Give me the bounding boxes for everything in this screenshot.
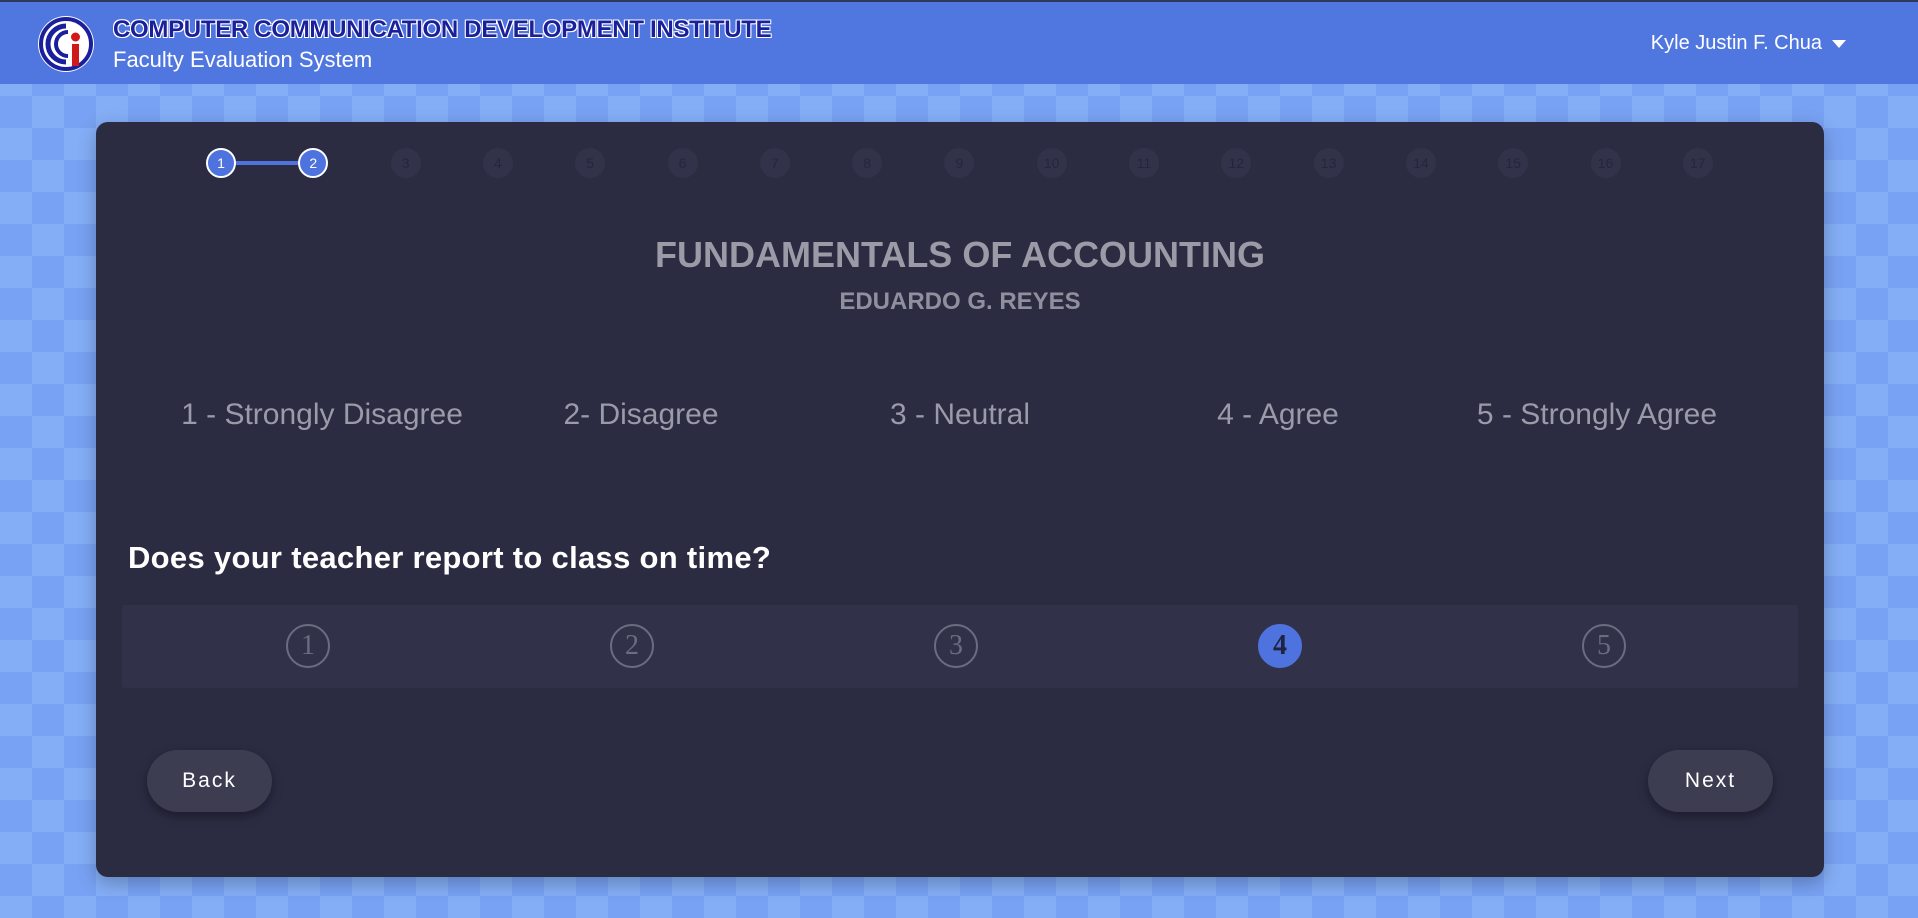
step-9: 9 [944, 148, 975, 178]
step-13: 13 [1313, 148, 1344, 178]
caret-down-icon [1832, 39, 1846, 48]
rating-option-3[interactable]: 3 [934, 624, 978, 668]
step-17: 17 [1682, 148, 1713, 178]
step-2: 2 [298, 148, 329, 178]
step-16: 16 [1590, 148, 1621, 178]
course-title: FUNDAMENTALS OF ACCOUNTING [655, 234, 1265, 275]
step-12: 12 [1221, 148, 1252, 178]
step-8: 8 [852, 148, 883, 178]
scale-label-2: 2- Disagree [563, 398, 719, 431]
rating-option-2[interactable]: 2 [610, 624, 654, 668]
step-11: 11 [1129, 148, 1159, 178]
institution-name: COMPUTER COMMUNICATION DEVELOPMENT INSTI… [113, 16, 772, 43]
step-15: 15 [1498, 148, 1529, 178]
back-button[interactable]: Back [147, 750, 272, 812]
next-button[interactable]: Next [1648, 750, 1773, 812]
rating-option-5[interactable]: 5 [1582, 624, 1626, 668]
rating-option-4[interactable]: 4 [1258, 624, 1302, 668]
scale-label-3: 3 - Neutral [889, 398, 1031, 431]
rating-option-1[interactable]: 1 [286, 624, 330, 668]
user-menu[interactable]: Kyle Justin F. Chua [1651, 32, 1846, 55]
system-name: Faculty Evaluation System [113, 47, 373, 72]
user-name: Kyle Justin F. Chua [1650, 32, 1822, 54]
evaluation-card: 1 2 3 4 5 6 7 8 9 10 11 12 13 14 15 16 17 FUNDAMENTALS O… [96, 122, 1824, 877]
question-text: Does your teacher report to class on tim… [128, 540, 772, 575]
step-7: 7 [759, 148, 790, 178]
ccdi-logo-icon [38, 16, 94, 72]
step-10: 10 [1036, 148, 1067, 178]
step-4: 4 [482, 148, 513, 178]
step-1: 1 [206, 148, 236, 178]
scale-label-5: 5 - Strongly Agree [1476, 398, 1718, 431]
step-14: 14 [1405, 148, 1436, 178]
progress-stepper: 1 2 3 4 5 6 7 8 9 10 11 12 13 14 15 16 17 [96, 122, 1824, 202]
top-header: COMPUTER COMMUNICATION DEVELOPMENT INSTI… [0, 0, 1918, 84]
scale-label-1: 1 - Strongly Disagree [181, 398, 463, 431]
scale-label-4: 4 - Agree [1217, 398, 1339, 431]
teacher-name: EDUARDO G. REYES [839, 288, 1081, 315]
step-5: 5 [575, 148, 606, 178]
step-6: 6 [667, 148, 698, 178]
step-3: 3 [390, 148, 421, 178]
rating-options: 1 2 3 4 5 [122, 605, 1798, 688]
